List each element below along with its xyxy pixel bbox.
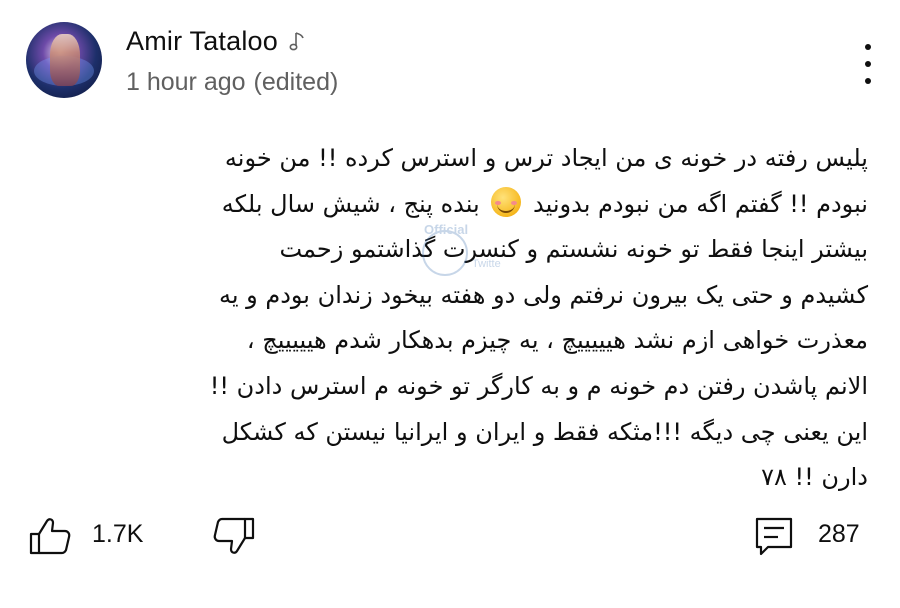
- music-note-icon: [288, 29, 308, 53]
- comment-line: الانم پاشدن رفتن دم خونه م و به کارگر تو…: [209, 371, 868, 400]
- author-row: Amir Tataloo: [126, 24, 338, 58]
- thumbs-down-icon: [213, 517, 255, 554]
- comment-card: Amir Tataloo 1 hour ago (edited) پلیس رف…: [0, 0, 900, 608]
- like-button[interactable]: [28, 516, 72, 556]
- avatar-figure: [50, 34, 80, 86]
- comment-line: این یعنی چی دیگه !!!مثکه فقط و ایران و ا…: [221, 417, 868, 446]
- comment-line: پلیس رفته در خونه ی من ایجاد ترس و استرس…: [224, 144, 868, 172]
- comment-header: Amir Tataloo 1 hour ago (edited): [126, 24, 338, 97]
- comment-line: نبودم !! گفتم اگه من نبودم بدونید بنده پ…: [30, 182, 868, 228]
- avatar[interactable]: [26, 22, 102, 98]
- comment-actions: 1.7K 287: [0, 510, 900, 560]
- smiling-blush-emoji-icon: [491, 186, 522, 217]
- comment-line: کشیدم و حتی یک بیرون نرفتم ولی دو هفته ب…: [218, 280, 868, 309]
- edited-label: (edited): [253, 68, 339, 96]
- comment-line: معذرت خواهی ازم نشد هیییییچ ، یه چیزم بد…: [246, 326, 868, 355]
- reply-count: 287: [818, 520, 860, 548]
- kebab-dot: [865, 44, 871, 50]
- comment-icon: [755, 517, 793, 556]
- thumbs-up-icon: [29, 518, 71, 555]
- comment-timestamp: 1 hour ago: [126, 68, 246, 96]
- dislike-button[interactable]: [212, 516, 256, 556]
- author-name[interactable]: Amir Tataloo: [126, 26, 278, 57]
- comment-line: دارن !! ۷۸: [761, 463, 868, 492]
- comment-line: بیشتر اینجا فقط تو خونه نشستم و کنسرت گذ…: [279, 235, 868, 264]
- comment-meta: 1 hour ago (edited): [126, 68, 338, 97]
- comment-text: پلیس رفته در خونه ی من ایجاد ترس و استرس…: [30, 136, 868, 501]
- kebab-dot: [865, 78, 871, 84]
- reply-button[interactable]: [752, 516, 796, 558]
- like-count: 1.7K: [92, 520, 144, 548]
- kebab-dot: [865, 61, 871, 67]
- more-vertical-icon[interactable]: [858, 44, 878, 84]
